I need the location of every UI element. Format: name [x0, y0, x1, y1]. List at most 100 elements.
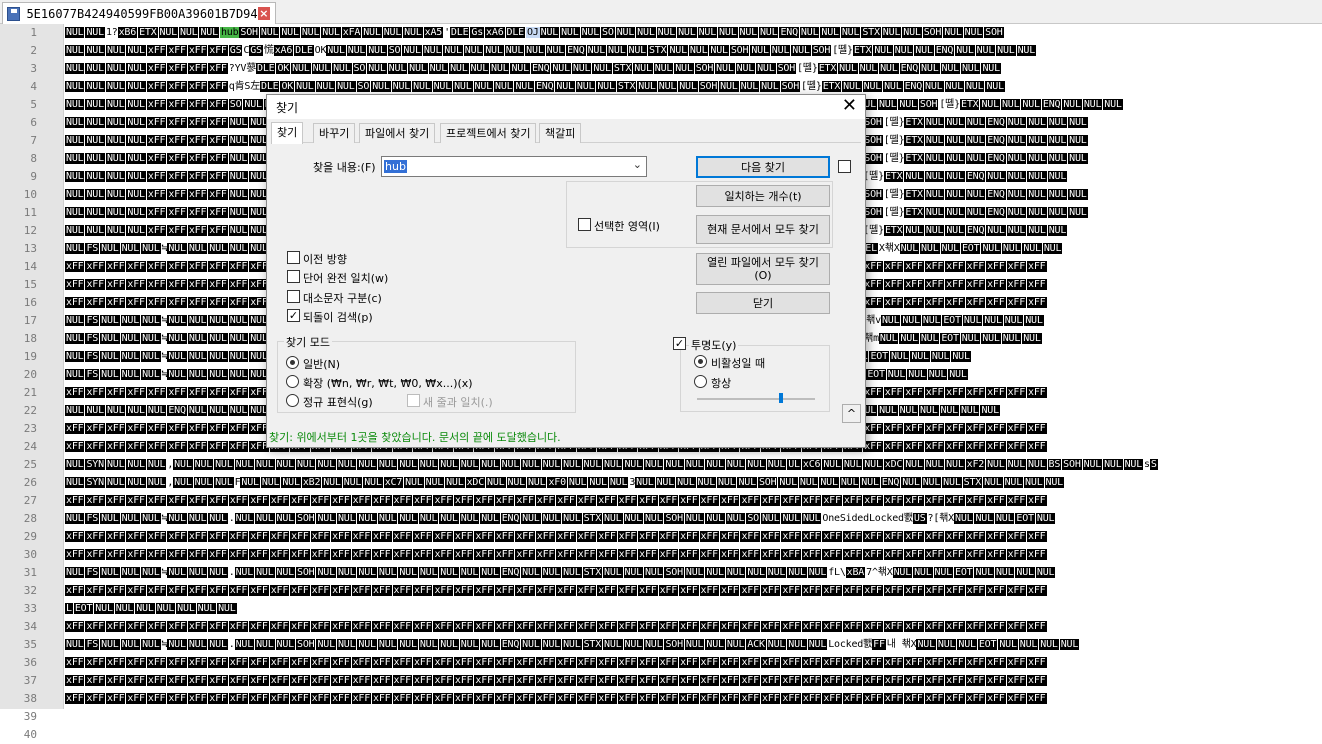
- control-char-token: NUL: [316, 459, 336, 470]
- always-radio[interactable]: [694, 375, 707, 388]
- control-char-token: xFF: [85, 657, 105, 668]
- tab-mark[interactable]: 책갈피: [539, 123, 582, 143]
- control-char-token: NUL: [105, 153, 126, 164]
- control-char-token: DLE: [505, 27, 525, 38]
- control-char-token: ETX: [821, 81, 842, 92]
- control-char-token: xFF: [556, 531, 576, 542]
- control-char-token: NUL: [449, 63, 469, 74]
- tab-find[interactable]: 찾기: [271, 122, 304, 144]
- extended-mode-radio[interactable]: [286, 375, 299, 388]
- wrap-around-checkbox[interactable]: ✓: [287, 309, 300, 322]
- control-char-token: xFF: [453, 657, 474, 668]
- tab-title: 5E16077B424940599FB00A39601B7D94: [26, 6, 258, 21]
- control-char-token: NUL: [336, 459, 357, 470]
- control-char-token: NUL: [65, 477, 85, 488]
- control-char-token: xFF: [433, 675, 453, 686]
- line-number: 11: [23, 206, 37, 219]
- control-char-token: xFF: [412, 495, 433, 506]
- transparency-checkbox[interactable]: ✓: [673, 337, 686, 350]
- control-char-token: xFF: [1006, 261, 1027, 272]
- control-char-token: NUL: [336, 639, 357, 650]
- control-char-token: xFF: [187, 423, 208, 434]
- control-char-token: xFF: [372, 531, 392, 542]
- control-char-token: xFF: [146, 99, 167, 110]
- control-char-token: xFF: [433, 495, 453, 506]
- control-char-token: xFF: [146, 531, 167, 542]
- dialog-titlebar[interactable]: 찾기 ✕: [267, 95, 865, 119]
- control-char-token: xFF: [904, 423, 924, 434]
- editor-line: NUL NUL NUL NUL xFF xFF xFF xFF GS CGS 慌xA6 DLE OKNU…: [65, 42, 1322, 60]
- backward-checkbox[interactable]: [287, 251, 300, 264]
- control-char-token: NUL: [65, 351, 85, 362]
- find-what-input[interactable]: hub ⌄: [381, 156, 647, 177]
- transparency-slider-thumb[interactable]: [779, 393, 784, 403]
- control-char-token: xF2: [965, 459, 986, 470]
- control-char-token: NUL: [228, 333, 249, 344]
- control-char-token: xFF: [249, 549, 269, 560]
- control-char-token: NUL: [717, 477, 737, 488]
- dialog-close-icon[interactable]: ✕: [842, 96, 857, 116]
- control-char-token: NUL: [85, 45, 105, 56]
- in-selection-checkbox[interactable]: [578, 218, 591, 231]
- control-char-token: xFA: [341, 27, 362, 38]
- control-char-token: xFF: [781, 531, 801, 542]
- collapse-button[interactable]: ^: [842, 404, 861, 423]
- control-char-token: xFF: [208, 297, 228, 308]
- tab-find-in-files[interactable]: 파일에서 찾기: [359, 123, 436, 143]
- control-char-token: xFF: [597, 549, 617, 560]
- control-char-token: xFF: [310, 585, 331, 596]
- control-char-token: NUL: [1022, 333, 1042, 344]
- tab-find-in-projects[interactable]: 프로젝트에서 찾기: [440, 123, 537, 143]
- control-char-token: FS: [85, 369, 100, 380]
- control-char-token: NUL: [480, 567, 500, 578]
- control-char-token: xFF: [515, 495, 535, 506]
- control-char-token: NUL: [521, 459, 541, 470]
- control-char-token: NUL: [228, 207, 249, 218]
- match-case-checkbox[interactable]: [287, 290, 300, 303]
- control-char-token: xFF: [965, 261, 986, 272]
- control-char-token: xFF: [720, 585, 740, 596]
- normal-mode-radio[interactable]: [286, 356, 299, 369]
- control-char-token: NUL: [408, 63, 428, 74]
- close-button[interactable]: 닫기: [696, 292, 830, 314]
- control-char-token: NUL: [65, 225, 85, 236]
- count-button[interactable]: 일치하는 개수(t): [696, 185, 830, 207]
- control-char-token: NUL: [603, 639, 623, 650]
- on-lose-focus-radio[interactable]: [694, 355, 707, 368]
- whole-word-checkbox[interactable]: [287, 270, 300, 283]
- control-char-token: NUL: [322, 477, 342, 488]
- control-char-token: xFF: [433, 657, 453, 668]
- control-char-token: NUL: [208, 567, 228, 578]
- document-tab[interactable]: 5E16077B424940599FB00A39601B7D94 ×: [2, 2, 276, 24]
- control-char-token: xFF: [331, 585, 351, 596]
- find-next-option-checkbox[interactable]: [838, 160, 851, 173]
- tab-replace[interactable]: 바꾸기: [313, 123, 356, 143]
- control-char-token: xFF: [576, 675, 597, 686]
- control-char-token: xFF: [167, 297, 187, 308]
- control-char-token: xFF: [740, 621, 760, 632]
- find-next-button[interactable]: 다음 찾기: [696, 156, 830, 178]
- dot-newline-checkbox[interactable]: [407, 394, 420, 407]
- control-char-token: xFF: [617, 549, 638, 560]
- find-all-open-button[interactable]: 열린 파일에서 모두 찾기 (O): [696, 253, 830, 285]
- control-char-token: NUL: [120, 639, 141, 650]
- control-char-token: xFF: [392, 531, 412, 542]
- control-char-token: NUL: [65, 243, 85, 254]
- transparency-slider-track[interactable]: [697, 398, 815, 400]
- control-char-token: xFF: [986, 675, 1006, 686]
- control-char-token: xFF: [556, 549, 576, 560]
- control-char-token: xFF: [740, 693, 760, 704]
- control-char-token: xFF: [228, 423, 249, 434]
- control-char-token: xFF: [187, 297, 208, 308]
- control-char-token: xFF: [699, 621, 719, 632]
- control-char-token: ETX: [817, 63, 838, 74]
- regex-mode-radio[interactable]: [286, 394, 299, 407]
- control-char-token: xFF: [453, 585, 474, 596]
- control-char-token: xFF: [351, 657, 372, 668]
- control-char-token: xFF: [822, 675, 842, 686]
- control-char-token: SOH: [863, 189, 883, 200]
- find-all-current-button[interactable]: 현재 문서에서 모두 찾기: [696, 215, 830, 244]
- close-tab-icon[interactable]: ×: [257, 7, 270, 20]
- chevron-down-icon[interactable]: ⌄: [633, 158, 642, 171]
- control-char-token: xFF: [924, 549, 945, 560]
